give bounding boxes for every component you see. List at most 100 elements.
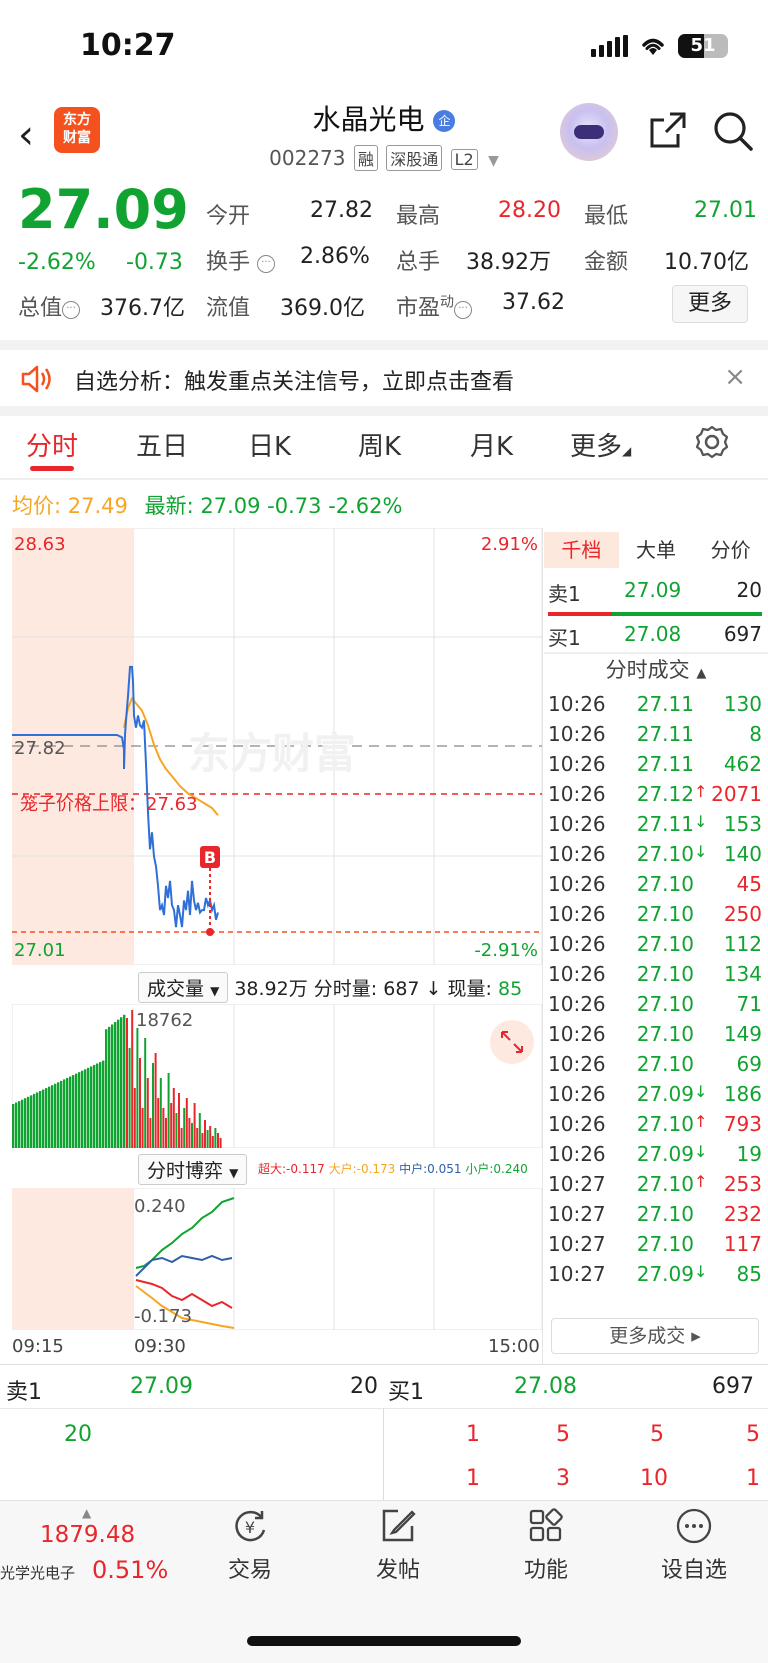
index-name[interactable]: 光学光电子	[0, 1562, 75, 1583]
tab-depth[interactable]: 千档	[544, 532, 619, 568]
tab-daily-k[interactable]: 日K	[248, 426, 291, 463]
info-icon: ···	[62, 301, 81, 319]
tick-price: 27.10	[636, 1112, 694, 1136]
tick-price: 27.11	[636, 692, 694, 716]
volume-bar	[114, 1022, 117, 1148]
volume-bar	[54, 1083, 57, 1148]
tab-weekly-k[interactable]: 周K	[358, 426, 401, 463]
volume-bar	[162, 1108, 165, 1148]
close-icon[interactable]: ×	[724, 362, 746, 392]
volume-bar	[102, 1060, 105, 1148]
ob-sell-label: 卖1	[6, 1380, 42, 1405]
nav-functions[interactable]: 功能	[486, 1506, 606, 1584]
capital-flow-chart[interactable]: 0.240 -0.173	[12, 1188, 542, 1330]
volume-bar	[15, 1102, 18, 1148]
volume-value: 38.92万	[466, 250, 551, 275]
tab-more[interactable]: 更多◢	[570, 426, 631, 463]
volume-chart[interactable]: 18762	[12, 1004, 542, 1148]
tick-volume: 71	[736, 992, 762, 1016]
tick-price: 27.12	[636, 782, 694, 806]
nav-post[interactable]: 发帖	[338, 1506, 458, 1584]
tab-five-day[interactable]: 五日	[136, 426, 188, 463]
tick-row: 10:26 27.10 149	[548, 1022, 762, 1054]
tab-intraday[interactable]: 分时	[26, 426, 78, 463]
volume-bar	[198, 1113, 201, 1148]
volume-bar	[217, 1133, 219, 1148]
float-value: 369.0亿	[280, 296, 365, 321]
divider	[0, 406, 768, 416]
home-indicator	[247, 1636, 521, 1646]
volume-bar	[180, 1128, 183, 1148]
more-dots-icon	[676, 1508, 712, 1544]
now-vol: 85	[497, 978, 523, 1000]
tick-row: 10:26 27.09 ↓ 19	[548, 1142, 762, 1174]
index-value[interactable]: 1879.48	[40, 1522, 135, 1548]
tick-time: 10:26	[548, 962, 606, 986]
tick-row: 10:26 27.10 ↑ 793	[548, 1112, 762, 1144]
volume-bar	[201, 1133, 204, 1148]
tick-row: 10:27 27.10 ↑ 253	[548, 1172, 762, 1204]
low-value: 27.01	[694, 198, 757, 223]
volume-bar	[133, 1088, 136, 1148]
tick-price: 27.10	[636, 842, 694, 866]
tick-price: 27.10	[636, 872, 694, 896]
tick-direction: ↑	[694, 782, 708, 801]
buy-queue-item: 1	[466, 1466, 480, 1491]
tick-price: 27.10	[636, 1052, 694, 1076]
intraday-price-chart[interactable]: 东方财富 B 28.63 2.91% 27.82 笼子价格上限：27.63 27…	[12, 528, 542, 965]
nav-add-watchlist[interactable]: 设自选	[634, 1506, 754, 1584]
share-icon[interactable]	[648, 110, 688, 150]
tick-price: 27.10	[636, 1202, 694, 1226]
volume-bar	[93, 1064, 96, 1148]
avg-label: 均价:	[12, 494, 62, 518]
tick-direction	[694, 1232, 708, 1264]
tab-big-order[interactable]: 大单	[619, 532, 694, 568]
tick-price: 27.11	[636, 812, 694, 836]
game-selector[interactable]: 分时博弈 ▼	[138, 1154, 248, 1185]
change-percent: -2.62%	[18, 250, 96, 275]
info-icon: ···	[454, 301, 473, 319]
settings-gear-icon[interactable]	[694, 424, 730, 460]
more-deals-button[interactable]: 更多成交 ▸	[551, 1318, 759, 1354]
tab-underline	[30, 466, 74, 471]
volume-bar	[128, 1048, 131, 1148]
volume-bar	[69, 1076, 72, 1148]
notice-bar[interactable]: 自选分析：触发重点关注信号，立即点击查看 ×	[0, 352, 768, 406]
tick-direction	[694, 902, 708, 934]
tick-row: 10:26 27.11 462	[548, 752, 762, 784]
tick-row: 10:27 27.10 232	[548, 1202, 762, 1234]
buy-queue-item: 1	[466, 1422, 480, 1447]
tick-price: 27.10	[636, 1022, 694, 1046]
right-panel-tabs: 千档 大单 分价	[544, 532, 768, 568]
more-button[interactable]: 更多	[672, 285, 748, 323]
panel-divider	[542, 528, 543, 1364]
volume-bar	[51, 1085, 54, 1148]
tick-direction: ↓	[694, 1262, 708, 1281]
assistant-avatar[interactable]	[560, 103, 618, 161]
info-icon: ···	[257, 255, 276, 273]
volume-selector[interactable]: 成交量 ▼	[138, 972, 229, 1003]
volume-bar	[84, 1069, 87, 1148]
tick-volume: 232	[723, 1202, 762, 1226]
tick-time: 10:26	[548, 1142, 606, 1166]
tick-row: 10:26 27.11 ↓ 153	[548, 812, 762, 844]
index-percent[interactable]: 0.51%	[92, 1556, 168, 1584]
buy-point	[206, 928, 214, 936]
battery-level: 51	[690, 35, 716, 56]
volume-bar	[81, 1070, 84, 1148]
depth-bar	[548, 612, 762, 616]
status-time: 10:27	[80, 28, 176, 63]
tick-volume: 45	[736, 872, 762, 896]
volume-bar	[63, 1079, 66, 1148]
search-icon[interactable]	[712, 110, 754, 152]
tick-time: 10:26	[548, 1112, 606, 1136]
tick-volume: 793	[723, 1112, 762, 1136]
tick-price: 27.11	[636, 752, 694, 776]
ticks-title[interactable]: 分时成交 ▲	[544, 654, 768, 684]
tick-row: 10:26 27.12 ↑ 2071	[548, 782, 762, 814]
volume-bar	[105, 1029, 108, 1148]
nav-trade[interactable]: ¥ 交易	[190, 1506, 310, 1584]
tab-monthly-k[interactable]: 月K	[470, 426, 513, 463]
tab-price-dist[interactable]: 分价	[693, 532, 768, 568]
time-label-open: 09:15	[12, 1336, 64, 1357]
